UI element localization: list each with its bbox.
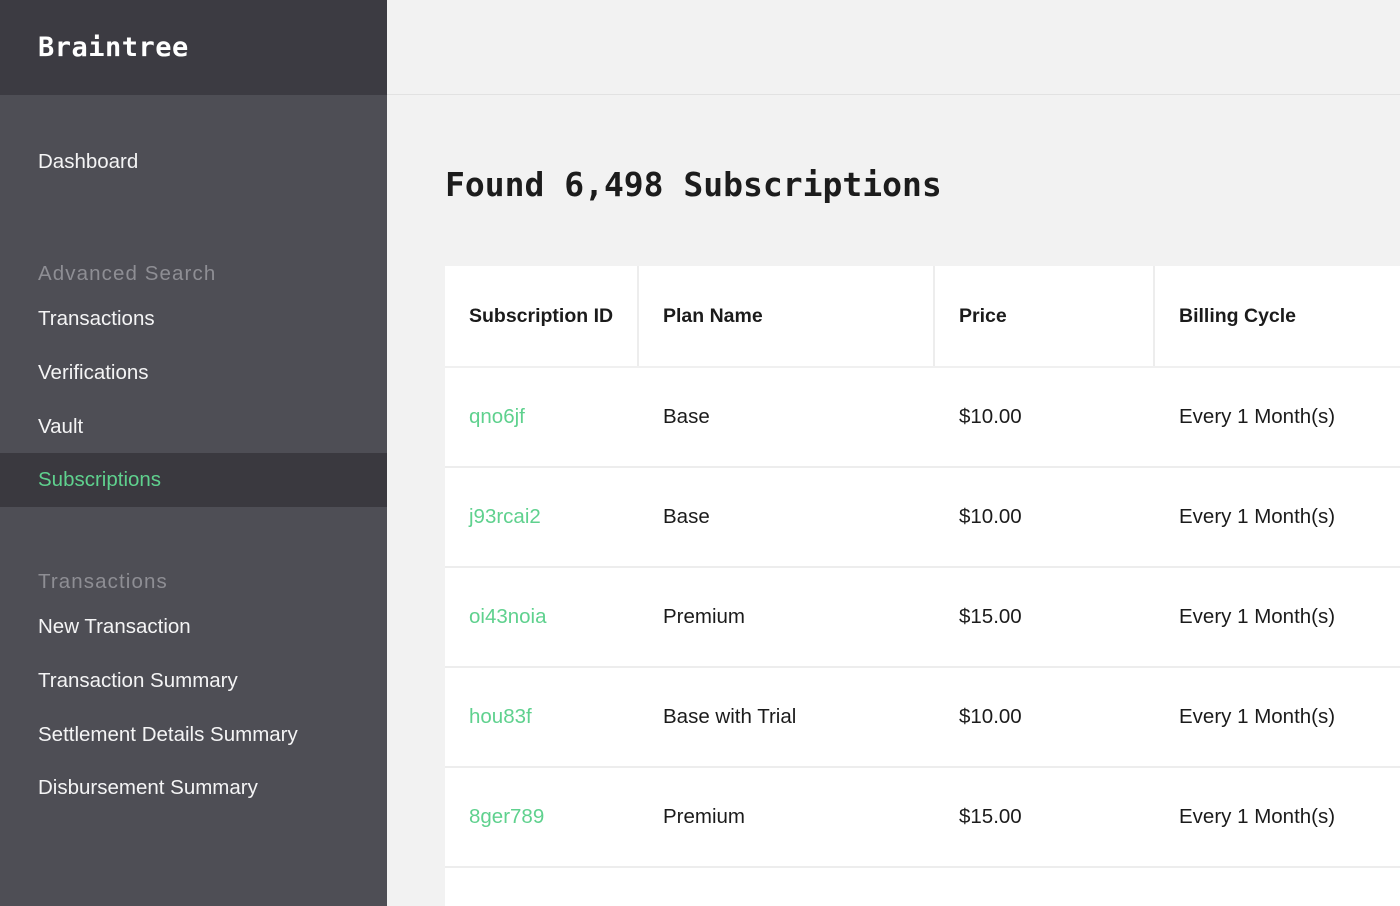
sidebar-item-new-transaction[interactable]: New Transaction [0,600,387,654]
sidebar-item-transactions-search[interactable]: Transactions [0,292,387,346]
column-header-label: Subscription ID [469,304,614,327]
cell-price: $10.00 [935,666,1155,766]
subscription-id-link[interactable]: j93rcai2 [469,505,541,528]
content-area: Found 6,498 Subscriptions Subscription I… [387,95,1400,906]
cell-subscription-id: j93rcai2 [445,466,639,566]
cell-billing-cycle: Every 1 Month(s) [1155,566,1400,666]
brand-logo: Braintree [38,32,189,63]
cell-plan-name: Base with Trial [639,666,935,766]
cell-subscription-id: oi43noia [445,566,639,666]
sidebar-item-vault[interactable]: Vault [0,400,387,454]
cell-subscription-id: hou83f [445,666,639,766]
subscription-id-link[interactable]: 8ger789 [469,805,544,828]
sidebar-item-verifications[interactable]: Verifications [0,346,387,400]
sidebar-nav: Dashboard Advanced Search Transactions V… [0,95,387,906]
sidebar-group-label-transactions: Transactions [38,569,168,593]
cell-plan-name [639,866,935,906]
table-row[interactable]: oi43noia Premium $15.00 Every 1 Month(s) [445,566,1400,666]
cell-plan-name: Premium [639,766,935,866]
subscriptions-table-wrapper: Subscription ID Plan Name Price Billing … [445,266,1400,906]
cell-billing-cycle: Every 1 Month(s) [1155,366,1400,466]
table-row[interactable]: hou83f Base with Trial $10.00 Every 1 Mo… [445,666,1400,766]
table-row[interactable]: qno6jf Base $10.00 Every 1 Month(s) [445,366,1400,466]
sidebar-header: Braintree [0,0,387,95]
table-header-row: Subscription ID Plan Name Price Billing … [445,266,1400,366]
top-bar [387,0,1400,95]
subscriptions-table: Subscription ID Plan Name Price Billing … [445,266,1400,906]
table-body: qno6jf Base $10.00 Every 1 Month(s) j93r… [445,366,1400,906]
table-head: Subscription ID Plan Name Price Billing … [445,266,1400,366]
sidebar-item-subscriptions[interactable]: Subscriptions [0,453,387,507]
main-area: Found 6,498 Subscriptions Subscription I… [387,0,1400,906]
column-header-billing-cycle[interactable]: Billing Cycle [1155,266,1400,366]
app-root: Braintree Dashboard Advanced Search Tran… [0,0,1400,906]
sidebar-group-label-advanced-search: Advanced Search [38,261,217,285]
sidebar: Braintree Dashboard Advanced Search Tran… [0,0,387,906]
cell-price: $15.00 [935,566,1155,666]
column-header-label: Plan Name [663,304,763,327]
column-header-price[interactable]: Price [935,266,1155,366]
sidebar-item-dashboard[interactable]: Dashboard [0,135,387,189]
column-header-label: Price [959,304,1007,327]
cell-price: $10.00 [935,466,1155,566]
column-header-label: Billing Cycle [1179,304,1297,327]
sidebar-item-settlement-details-summary[interactable]: Settlement Details Summary [0,708,387,762]
cell-subscription-id: qno6jf [445,366,639,466]
column-header-subscription-id[interactable]: Subscription ID [445,266,639,366]
table-row[interactable]: j93rcai2 Base $10.00 Every 1 Month(s) [445,466,1400,566]
page-title: Found 6,498 Subscriptions [445,165,942,204]
cell-billing-cycle: Every 1 Month(s) [1155,666,1400,766]
sidebar-item-transaction-summary[interactable]: Transaction Summary [0,654,387,708]
cell-subscription-id [445,866,639,906]
table-row[interactable] [445,866,1400,906]
cell-price [935,866,1155,906]
cell-plan-name: Base [639,366,935,466]
cell-billing-cycle [1155,866,1400,906]
subscription-id-link[interactable]: oi43noia [469,605,547,628]
sidebar-item-disbursement-summary[interactable]: Disbursement Summary [0,761,387,815]
cell-price: $15.00 [935,766,1155,866]
cell-plan-name: Premium [639,566,935,666]
table-row[interactable]: 8ger789 Premium $15.00 Every 1 Month(s) [445,766,1400,866]
cell-price: $10.00 [935,366,1155,466]
cell-subscription-id: 8ger789 [445,766,639,866]
cell-billing-cycle: Every 1 Month(s) [1155,466,1400,566]
cell-billing-cycle: Every 1 Month(s) [1155,766,1400,866]
subscription-id-link[interactable]: qno6jf [469,405,525,428]
cell-plan-name: Base [639,466,935,566]
subscription-id-link[interactable]: hou83f [469,705,532,728]
column-header-plan-name[interactable]: Plan Name [639,266,935,366]
